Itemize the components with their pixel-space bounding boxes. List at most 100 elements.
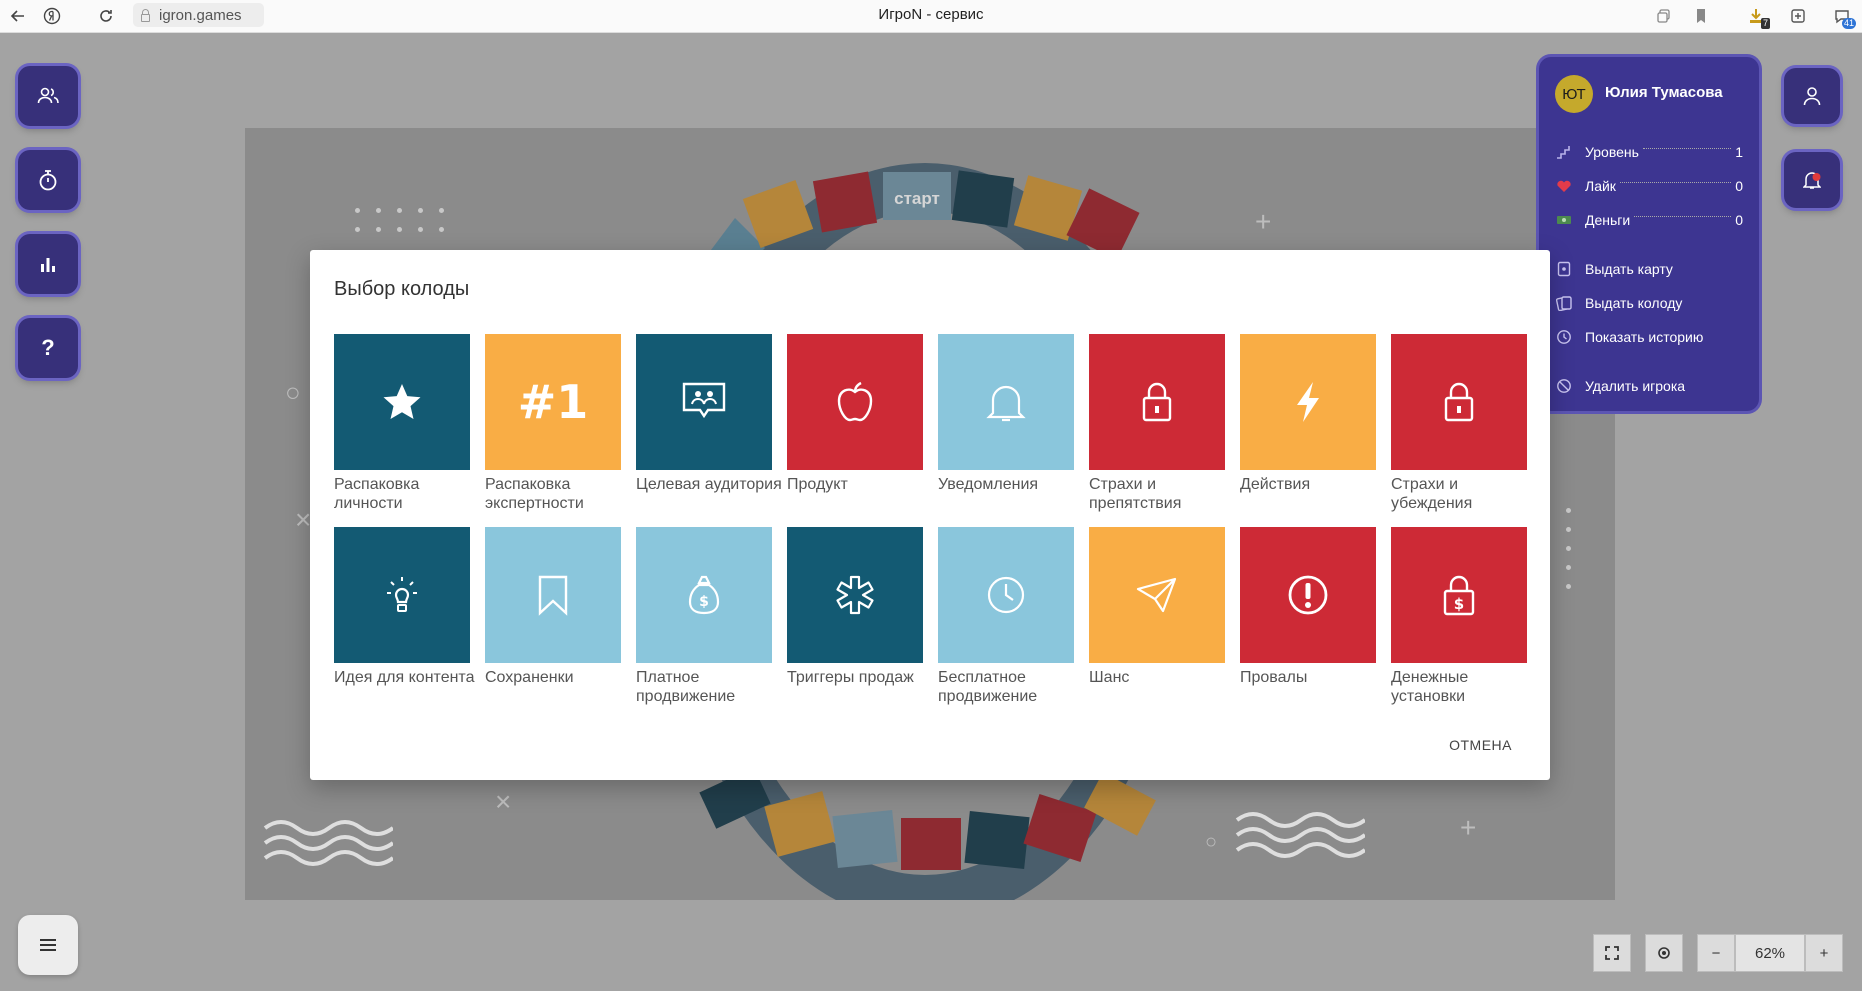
deck-tile-paid-promotion[interactable]: $ Платное продвижение xyxy=(636,527,772,706)
heart-icon xyxy=(1555,179,1573,193)
bell-icon xyxy=(986,385,1026,422)
action-show-history-label: Показать историю xyxy=(1585,329,1704,345)
lock-icon xyxy=(1444,382,1474,422)
window-title: ИгроN - сервис xyxy=(878,6,984,23)
bell-alert-icon xyxy=(1803,172,1821,189)
help-button[interactable]: ? xyxy=(18,318,78,378)
deck-tile-actions[interactable]: Действия xyxy=(1240,334,1376,494)
action-show-history[interactable]: Показать историю xyxy=(1555,326,1703,348)
deck-tile-notifications[interactable]: Уведомления xyxy=(938,334,1074,494)
money-lock-icon: $ xyxy=(1443,575,1475,616)
browser-toolbar: igron.games ИгроN - сервис 7 41 xyxy=(0,0,1862,33)
fullscreen-button[interactable] xyxy=(1593,934,1631,972)
stat-like-value: 0 xyxy=(1735,178,1743,194)
user-icon xyxy=(1803,87,1821,106)
profile-button[interactable] xyxy=(1784,68,1840,124)
deck-tile-sales-triggers[interactable]: Триггеры продаж xyxy=(787,527,923,687)
recenter-button[interactable] xyxy=(1645,934,1683,972)
notifications-button[interactable] xyxy=(1784,152,1840,208)
tabs-icon[interactable] xyxy=(1652,4,1676,28)
players-button[interactable] xyxy=(18,66,78,126)
users-icon xyxy=(37,87,59,104)
deck-label: Распаковка экспертности xyxy=(485,476,584,512)
start-label: старт xyxy=(894,189,940,208)
deck-selection-dialog: Выбор колоды Распаковка личности #1 Расп… xyxy=(310,250,1550,780)
extension-icon[interactable] xyxy=(1786,4,1810,28)
deck-tile-product[interactable]: Продукт xyxy=(787,334,923,494)
deck-tile-content-idea[interactable]: Идея для контента xyxy=(334,527,474,687)
deck-tile-money-beliefs[interactable]: $ Денежные установки xyxy=(1391,527,1527,706)
deck-label: Денежные установки xyxy=(1391,669,1469,705)
exclamation-icon xyxy=(1288,575,1328,615)
bookmark-icon[interactable] xyxy=(1689,4,1713,28)
reload-icon[interactable] xyxy=(94,4,118,28)
deck-icon xyxy=(1555,295,1573,311)
zoom-level: 62% xyxy=(1735,934,1805,972)
timer-button[interactable] xyxy=(18,150,78,210)
deck-label: Идея для контента xyxy=(334,669,475,686)
deck-tile-saved[interactable]: Сохраненки xyxy=(485,527,621,687)
deck-tile-fears-beliefs[interactable]: Страхи и убеждения xyxy=(1391,334,1527,513)
audience-chat-icon xyxy=(682,382,726,419)
decor-circle: ○ xyxy=(285,377,301,407)
action-give-card-label: Выдать карту xyxy=(1585,261,1673,277)
cancel-button[interactable]: ОТМЕНА xyxy=(1449,737,1512,753)
decor-plus: + xyxy=(1255,206,1272,237)
stat-money: Деньги 0 xyxy=(1555,209,1743,231)
svg-text:$: $ xyxy=(1454,595,1464,613)
avatar: ЮТ xyxy=(1555,75,1593,113)
lock-icon xyxy=(1142,382,1172,422)
deck-tile-failures[interactable]: Провалы xyxy=(1240,527,1376,687)
deck-tile-expertise[interactable]: #1 Распаковка экспертности xyxy=(485,334,621,513)
deck-label: Сохраненки xyxy=(485,669,574,686)
deck-label: Страхи и препятствия xyxy=(1089,476,1182,512)
stat-level-value: 1 xyxy=(1735,144,1743,160)
ban-icon xyxy=(1555,378,1573,394)
decor-cross-2: × xyxy=(495,786,512,817)
action-give-card[interactable]: Выдать карту xyxy=(1555,258,1673,280)
money-bag-icon: $ xyxy=(688,575,720,615)
deck-label: Страхи и убеждения xyxy=(1391,476,1473,512)
deck-tile-chance[interactable]: Шанс xyxy=(1089,527,1225,687)
deck-tile-free-promotion[interactable]: Бесплатное продвижение xyxy=(938,527,1074,706)
action-give-deck-label: Выдать колоду xyxy=(1585,295,1683,311)
svg-text:$: $ xyxy=(699,594,709,610)
hamburger-icon xyxy=(40,939,56,951)
deck-label: Уведомления xyxy=(938,476,1039,493)
asterisk-icon xyxy=(836,575,874,615)
action-remove-player-label: Удалить игрока xyxy=(1585,378,1686,394)
stat-money-label: Деньги xyxy=(1585,212,1631,228)
board-bottom-tiles xyxy=(699,778,1156,870)
deck-tile-personality[interactable]: Распаковка личности xyxy=(334,334,470,513)
deck-label: Продукт xyxy=(787,476,848,493)
decor-plus-2: + xyxy=(1460,812,1477,843)
back-arrow-icon[interactable] xyxy=(6,4,30,28)
zoom-out-button[interactable]: − xyxy=(1697,934,1735,972)
clock-icon xyxy=(987,576,1025,614)
action-remove-player[interactable]: Удалить игрока xyxy=(1555,375,1685,397)
deck-tile-audience[interactable]: Целевая аудитория xyxy=(636,334,782,494)
extension-download-icon[interactable]: 7 xyxy=(1744,4,1770,29)
action-give-deck[interactable]: Выдать колоду xyxy=(1555,292,1682,314)
deck-label: Шанс xyxy=(1089,669,1130,686)
extension-badge: 7 xyxy=(1760,18,1770,29)
dialog-title: Выбор колоды xyxy=(334,278,470,300)
money-icon xyxy=(1555,214,1573,226)
deck-label: Распаковка личности xyxy=(334,476,420,512)
deck-tile-fears-obstacles[interactable]: Страхи и препятствия xyxy=(1089,334,1225,513)
menu-button[interactable] xyxy=(18,915,78,975)
yandex-logo-icon[interactable] xyxy=(40,4,64,28)
deck-label: Бесплатное продвижение xyxy=(938,669,1038,705)
lightning-icon xyxy=(1297,382,1319,422)
stats-button[interactable] xyxy=(18,234,78,294)
zoom-in-button[interactable]: + xyxy=(1805,934,1843,972)
card-icon xyxy=(1555,261,1573,277)
deck-label: Провалы xyxy=(1240,669,1308,686)
address-bar[interactable]: igron.games xyxy=(133,3,264,27)
chat-extension-icon[interactable]: 41 xyxy=(1830,4,1856,29)
bookmark-icon xyxy=(538,575,568,616)
lightbulb-icon xyxy=(387,577,417,612)
deck-label: Платное продвижение xyxy=(636,669,736,705)
decor-dots xyxy=(355,208,446,232)
decor-cross: × xyxy=(295,504,312,535)
